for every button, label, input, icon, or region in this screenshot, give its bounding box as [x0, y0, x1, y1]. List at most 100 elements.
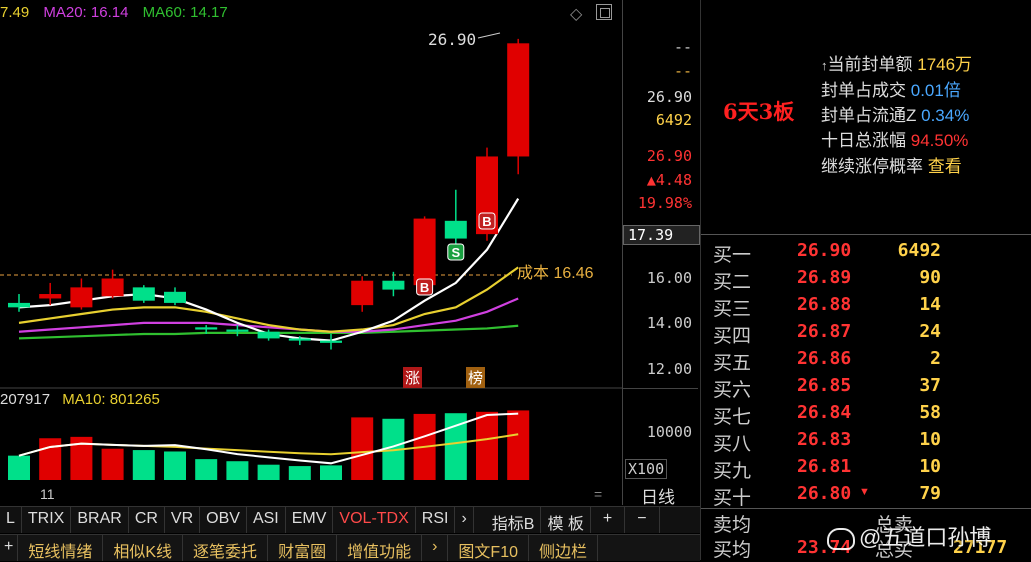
- volume-bar: [101, 448, 124, 480]
- orderbook-row[interactable]: 买四 26.87 24: [709, 321, 1029, 347]
- weibo-icon: [827, 528, 855, 551]
- indicator-tab[interactable]: L: [0, 507, 22, 533]
- order-price: 26.83: [797, 429, 852, 450]
- buy-marker: B: [478, 212, 496, 230]
- marker-letter: B: [420, 280, 429, 295]
- candle-body: [132, 287, 155, 301]
- toolbar-button[interactable]: ›: [422, 535, 449, 561]
- order-price: 26.86: [797, 348, 852, 369]
- candle-body: [39, 294, 62, 299]
- toolbar-button[interactable]: 侧边栏: [529, 535, 599, 561]
- toolbar-button[interactable]: 逐笔委托: [183, 535, 269, 561]
- axis-tick-12: 12.00: [646, 360, 692, 378]
- order-price: 26.85: [797, 375, 852, 396]
- info-key: 当前封单额: [827, 55, 913, 74]
- indicator-tab[interactable]: BRAR: [71, 507, 129, 533]
- candle-body: [226, 329, 249, 332]
- volume-bar: [351, 417, 374, 480]
- candle-body: [70, 287, 93, 308]
- indicator-tabs: L TRIX BRAR CR VR OBV ASI EMV VOL-TDX RSI › 指标B 模 板 +…: [0, 506, 700, 533]
- current-price-marker: 17.39: [623, 225, 700, 245]
- indicator-tab[interactable]: RSI: [416, 507, 456, 533]
- orderbook-row[interactable]: 买八 26.83 10: [709, 429, 1029, 455]
- orderbook-row[interactable]: 买三 26.88 14: [709, 294, 1029, 320]
- period-button[interactable]: 日线: [641, 483, 675, 508]
- volume-bar: [164, 451, 186, 480]
- candle-body: [164, 291, 186, 303]
- order-level: 买一: [713, 245, 752, 266]
- info-key: 十日总涨幅: [821, 131, 906, 150]
- order-volume: 58: [919, 402, 941, 423]
- kline-chart[interactable]: B S B: [0, 0, 622, 480]
- indicator-tab[interactable]: EMV: [286, 507, 334, 533]
- volume-bar: [476, 411, 498, 480]
- indicator-tab[interactable]: −: [625, 507, 660, 533]
- buy-marker: B: [416, 278, 434, 296]
- order-volume: 14: [919, 294, 941, 315]
- info-row: 十日总涨幅 94.50%: [821, 126, 968, 151]
- volume-ma5-line: [18, 412, 519, 465]
- order-volume: 24: [919, 321, 941, 342]
- candle-body: [257, 331, 280, 339]
- axis-vol: 6492: [655, 111, 692, 129]
- sell-marker: S: [447, 243, 465, 261]
- orderbook-row[interactable]: 买五 26.86 2: [709, 348, 1029, 374]
- axis-tick-14: 14.00: [646, 314, 692, 332]
- toolbar-button[interactable]: 图文F10: [448, 535, 529, 561]
- candle-body: [195, 327, 218, 330]
- candle-body: [320, 340, 342, 343]
- toolbar-button[interactable]: +: [0, 535, 19, 561]
- indicator-tab[interactable]: +: [591, 507, 626, 533]
- order-level: 买二: [713, 272, 752, 293]
- order-level: 买十: [713, 488, 752, 509]
- horizontal-scroll-arrows[interactable]: =: [594, 486, 602, 502]
- candle-body: [288, 338, 311, 341]
- orderbook-row[interactable]: 买一 26.90 6492: [709, 240, 1029, 266]
- indicator-tab[interactable]: 指标B: [486, 507, 542, 533]
- info-value: 0.01倍: [910, 81, 961, 100]
- marker-letter: S: [451, 245, 460, 260]
- candle-body: [382, 280, 405, 290]
- indicator-tab[interactable]: TRIX: [22, 507, 72, 533]
- indicator-tab[interactable]: ›: [455, 507, 474, 533]
- order-volume: 79: [919, 483, 941, 504]
- order-price: 26.84: [797, 402, 852, 423]
- order-level: 买三: [713, 299, 752, 320]
- candle-body: [413, 218, 436, 286]
- info-row: ↑当前封单额 1746万: [821, 50, 972, 75]
- orderbook-row[interactable]: 买二 26.89 90: [709, 267, 1029, 293]
- high-pointer: [477, 32, 501, 39]
- bottom-toolbar: + 短线情绪 相似K线 逐笔委托 财富圈 增值功能 › 图文F10 侧边栏: [0, 534, 700, 561]
- indicator-tab[interactable]: VOL-TDX: [333, 507, 416, 533]
- axis-price: 26.90: [646, 88, 692, 106]
- streak-label: 6天3板: [723, 99, 795, 124]
- orderbook-row[interactable]: 买七 26.84 58: [709, 402, 1029, 428]
- toolbar-button[interactable]: 财富圈: [268, 535, 338, 561]
- bang-tag[interactable]: 榜: [466, 367, 486, 388]
- toolbar-button[interactable]: 增值功能: [337, 535, 423, 561]
- volume-bar: [257, 464, 280, 480]
- order-price: 26.80: [797, 483, 852, 504]
- indicator-tab[interactable]: VR: [165, 507, 201, 533]
- indicator-tab[interactable]: CR: [129, 507, 165, 533]
- indicator-tab[interactable]: OBV: [200, 507, 247, 533]
- indicator-tab[interactable]: ASI: [247, 507, 286, 533]
- order-price: 26.90: [797, 240, 852, 261]
- axis-pct: 19.98%: [637, 194, 692, 212]
- toolbar-button[interactable]: 相似K线: [103, 535, 184, 561]
- candle-body: [351, 280, 374, 306]
- candle-body: [8, 302, 30, 308]
- indicator-tab[interactable]: 模 板: [541, 507, 591, 533]
- order-price: 26.88: [797, 294, 852, 315]
- zhang-tag[interactable]: 涨: [403, 367, 423, 388]
- info-row[interactable]: 继续涨停概率 查看: [821, 152, 962, 177]
- order-price: 26.81: [797, 456, 852, 477]
- order-level: 买六: [713, 380, 752, 401]
- orderbook-row[interactable]: 买九 26.81 10: [709, 456, 1029, 482]
- order-level: 买九: [713, 461, 752, 482]
- toolbar-button[interactable]: 短线情绪: [18, 535, 104, 561]
- order-price: 26.89: [797, 267, 852, 288]
- orderbook-row[interactable]: 买六 26.85 37: [709, 375, 1029, 401]
- orderbook-row[interactable]: 买十 26.80 ▼ 79: [709, 483, 1029, 509]
- axis-dash-1: --: [673, 38, 692, 56]
